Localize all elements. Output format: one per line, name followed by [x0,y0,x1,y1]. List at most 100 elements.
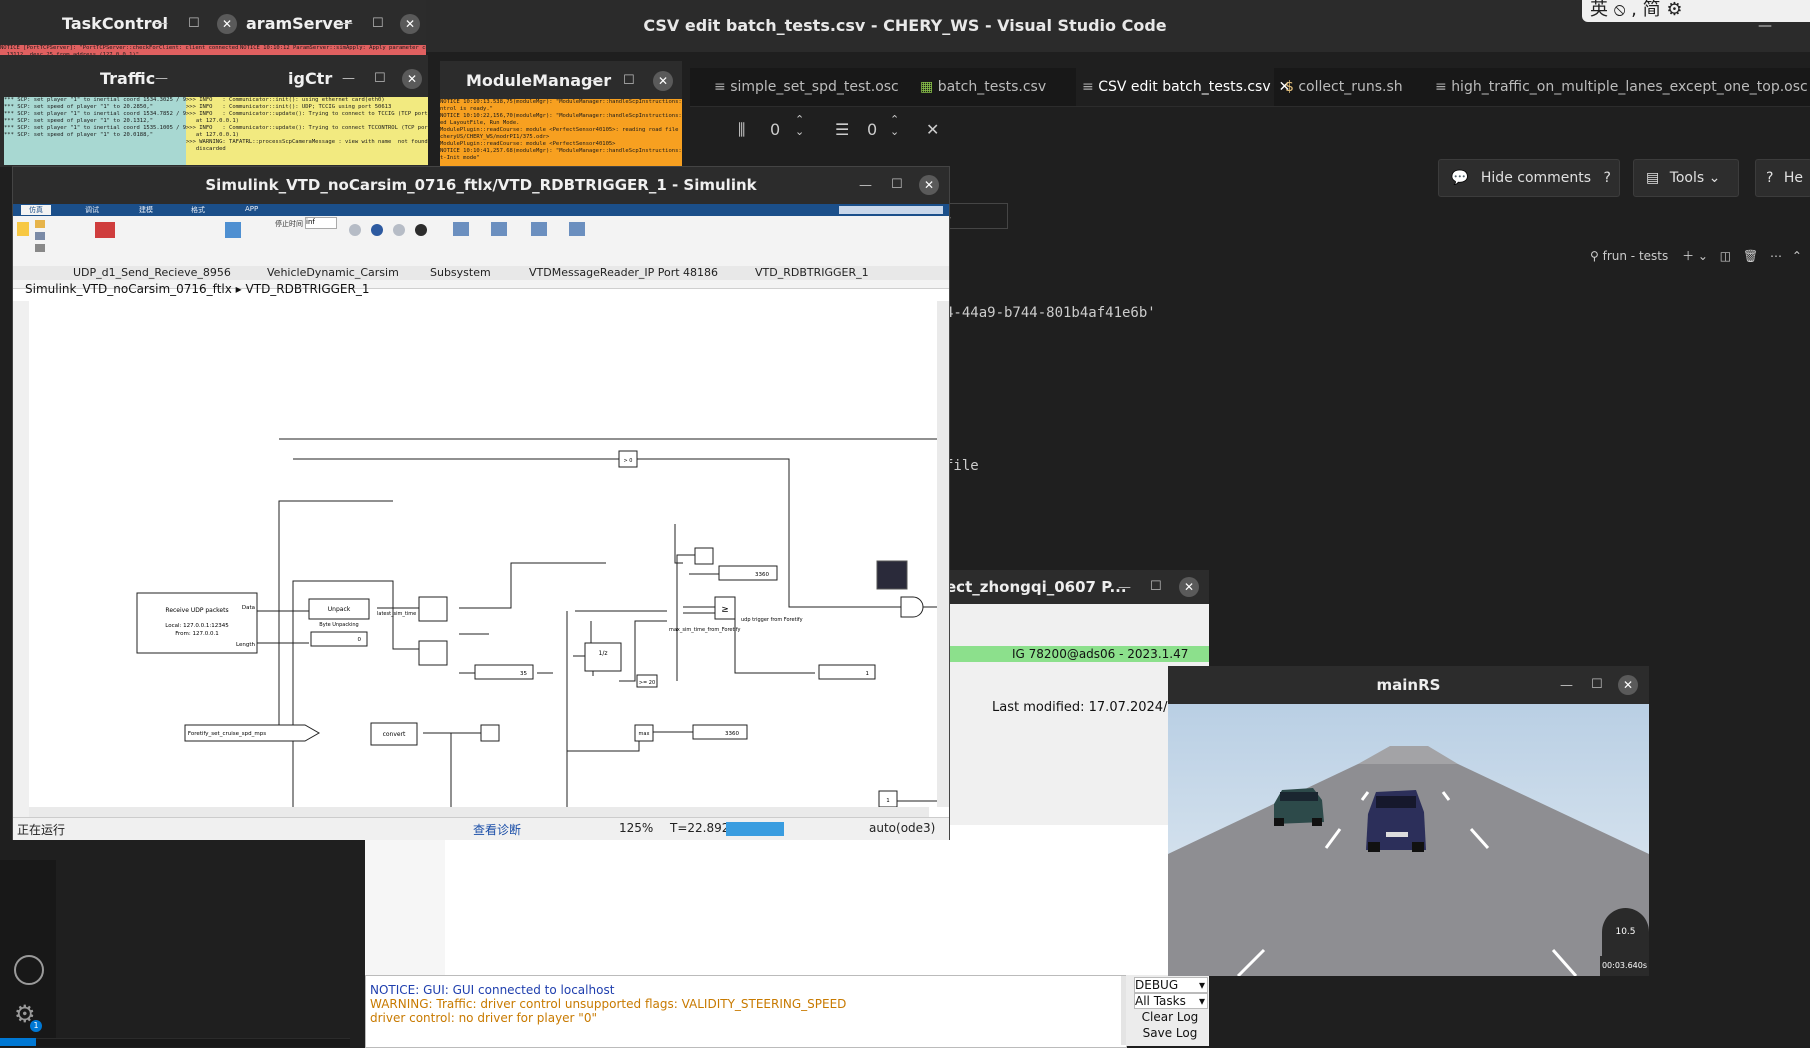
ribbon-tab[interactable]: APP [245,205,258,213]
tab-high-traffic[interactable]: ≡ high_traffic_on_multiple_lanes_except_… [1435,68,1808,106]
breadcrumb-root[interactable]: Simulink_VTD_noCarsim_0716_ftlx [25,282,232,296]
tasks-select[interactable]: All Tasks ▾ [1134,993,1208,1009]
new-icon[interactable] [17,222,29,236]
close-icon[interactable]: ✕ [400,14,420,34]
compare-icon[interactable] [531,222,547,236]
signal-icon[interactable] [225,222,241,238]
pin-icon[interactable]: ✕ [926,120,939,139]
library-icon[interactable] [95,222,115,238]
minimize-icon[interactable]: — [859,178,872,193]
model-tab[interactable]: VTD_RDBTRIGGER_1 [755,266,869,279]
maximize-icon[interactable]: ☐ [1591,677,1603,692]
block-unit-delay[interactable]: 1/z [599,650,608,657]
trash-icon[interactable]: 🗑 [1743,249,1758,263]
3d-viewport[interactable]: 10.5 00:03.640s [1168,704,1649,976]
input-method-indicator[interactable]: 英 ⦸ , 简 ⚙ [1582,0,1810,22]
vertical-scrollbar[interactable] [937,301,949,807]
question-icon: ? [1766,170,1774,186]
simulation-manager-icon[interactable] [569,222,585,236]
minimize-icon[interactable]: — [1560,678,1573,693]
hide-comments-button[interactable]: 💬 Hide comments ? [1438,159,1620,197]
vscode-minimize-icon[interactable]: — [1758,18,1772,34]
minimize-icon[interactable]: — [342,71,355,86]
block-convert[interactable]: convert [383,731,406,738]
block-ge[interactable]: ≥ [721,605,729,615]
logic-analyzer-icon[interactable] [491,222,507,236]
block-unpack[interactable]: Unpack [328,606,351,613]
stop-time-input[interactable]: inf [305,217,337,229]
cell-input[interactable]: 4 [940,203,1008,229]
tools-button[interactable]: ▤ Tools ⌄ [1633,159,1739,197]
more-icon[interactable]: ⋯ [1770,249,1782,263]
stepper-icon[interactable]: ⌃ ⌄ [890,114,899,138]
chevron-up-icon[interactable]: ⌃ [1792,249,1802,263]
minimize-icon[interactable]: — [155,16,168,31]
account-icon[interactable] [14,955,44,985]
tab-csv-edit[interactable]: ≡ CSV edit batch_tests.csv ✕ [1076,68,1290,106]
close-icon[interactable]: ✕ [1618,675,1638,695]
save-icon[interactable] [35,232,45,240]
tab-simple-set-spd[interactable]: ≡ simple_set_spd_test.osc [714,68,899,106]
breadcrumb-child[interactable]: VTD_RDBTRIGGER_1 [246,282,370,296]
minimize-icon[interactable]: — [590,73,603,88]
close-icon[interactable]: ✕ [653,71,673,91]
stepper-icon[interactable]: ⌃ ⌄ [795,114,804,138]
close-icon[interactable]: ✕ [217,14,237,34]
breadcrumb-separator-icon: ▸ [235,282,242,296]
tab-collect-runs[interactable]: $ collect_runs.sh [1285,68,1425,106]
tab-batch-tests[interactable]: ▦ batch_tests.csv [920,68,1070,106]
ribbon-tab[interactable]: 仿真 [21,205,51,215]
horizontal-scrollbar[interactable] [29,807,929,817]
maximize-icon[interactable]: ☐ [1150,579,1162,594]
scope-icon[interactable] [876,560,908,590]
file-icon: ≡ [1082,79,1099,95]
model-tab[interactable]: VTDMessageReader_IP Port 48186 [529,266,718,279]
close-icon[interactable]: ✕ [1179,577,1199,597]
maximize-icon[interactable]: ☐ [891,177,903,192]
print-icon[interactable] [35,244,45,252]
add-icon[interactable]: ＋ ⌄ [1682,249,1708,263]
block-receive-udp[interactable]: Receive UDP packets [165,607,228,614]
model-tab[interactable]: UDP_d1_Send_Recieve_8956 [73,266,231,279]
minimize-icon[interactable]: — [340,16,353,31]
block-max[interactable]: max [639,731,650,737]
block-foretify-port[interactable]: Foretify_set_cruise_spd_mps [188,731,266,737]
step-forward-icon[interactable] [393,224,405,236]
step-back-icon[interactable] [349,224,361,236]
block-gt0[interactable]: > 0 [624,458,633,464]
view-diagnostics-link[interactable]: 查看诊断 [473,821,521,838]
close-icon[interactable]: ✕ [402,69,422,89]
open-icon[interactable] [35,220,45,228]
igctr-window: igCtr — ☐ ✕ >>> INFO : Communicator::ini… [186,55,428,167]
pause-icon[interactable] [371,224,383,236]
maximize-icon[interactable]: ☐ [372,16,384,31]
block-ge20[interactable]: >= 20 [639,680,655,686]
maximize-icon[interactable]: ☐ [374,71,386,86]
rows-icon[interactable]: ☰ [835,120,849,139]
quick-access-icons[interactable] [839,206,943,214]
progress-bar [726,822,784,836]
model-canvas[interactable]: Receive UDP packets Local: 127.0.0.1:123… [29,301,943,817]
minimize-icon[interactable]: — [155,71,168,86]
ribbon-tab[interactable]: 格式 [191,205,205,215]
save-log-button[interactable]: Save Log [1134,1026,1206,1040]
ribbon-tab[interactable]: 调试 [85,205,99,215]
block-byte-unpacking: Byte Unpacking [319,622,358,628]
data-inspector-icon[interactable] [453,222,469,236]
model-tab[interactable]: Subsystem [430,266,491,279]
debug-select[interactable]: DEBUG ▾ [1134,977,1208,993]
block-const[interactable]: 1 [886,798,890,804]
maximize-icon[interactable]: ☐ [188,16,200,31]
vehicle-left [1274,788,1324,826]
clear-log-button[interactable]: Clear Log [1134,1010,1206,1024]
columns-icon[interactable]: ⫼ [738,120,745,140]
help-button[interactable]: ? He [1755,159,1810,197]
stop-icon[interactable] [415,224,427,236]
model-tab[interactable]: VehicleDynamic_Carsim [267,266,399,279]
remote-indicator[interactable] [0,1038,36,1046]
ribbon-tab[interactable]: 建模 [139,205,153,215]
maximize-icon[interactable]: ☐ [623,73,635,88]
close-icon[interactable]: ✕ [919,175,939,195]
minimize-icon[interactable]: — [1118,580,1131,595]
split-icon[interactable]: ◫ [1720,249,1731,263]
